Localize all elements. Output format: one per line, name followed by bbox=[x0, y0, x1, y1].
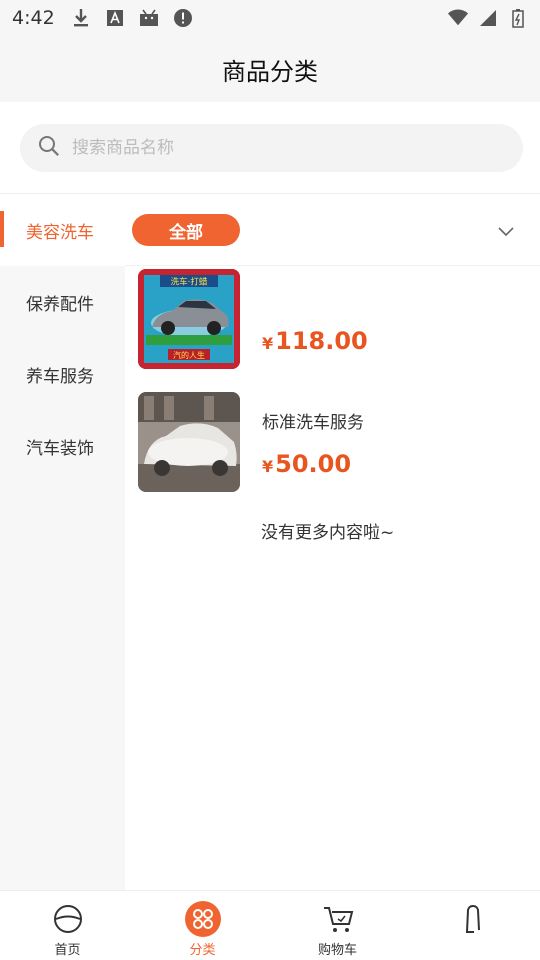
tab-category[interactable]: 分类 bbox=[135, 891, 270, 960]
price-symbol: ¥ bbox=[262, 334, 274, 353]
price-value: 50.00 bbox=[275, 450, 352, 478]
font-a-icon bbox=[105, 8, 125, 28]
product-name: 标准洗车服务 bbox=[262, 413, 364, 433]
tab-category-label: 分类 bbox=[189, 943, 216, 958]
sidebar-item-maintenance-parts[interactable]: 保养配件 bbox=[0, 266, 125, 338]
tab-cart[interactable]: 购物车 bbox=[270, 891, 405, 960]
product-thumbnail bbox=[138, 392, 240, 492]
cart-icon bbox=[320, 901, 356, 937]
alert-icon bbox=[173, 8, 193, 28]
filter-chip-all[interactable]: 全部 bbox=[132, 214, 240, 246]
category-grid-icon bbox=[184, 901, 221, 937]
system-icons bbox=[448, 8, 528, 28]
wifi-icon bbox=[448, 8, 468, 28]
price-value: 118.00 bbox=[275, 327, 368, 355]
filter-row: 全部 bbox=[125, 194, 540, 266]
thumb-caption-bottom: 汽的人生 bbox=[173, 350, 205, 360]
tab-profile[interactable] bbox=[405, 891, 540, 960]
page-header: 商品分类 bbox=[0, 36, 540, 102]
list-end-text: 没有更多内容啦~ bbox=[261, 523, 395, 543]
steering-wheel-icon bbox=[50, 901, 86, 937]
sidebar-item-beauty-wash[interactable]: 美容洗车 bbox=[0, 194, 125, 266]
tab-home-label: 首页 bbox=[54, 943, 81, 958]
chevron-down-icon bbox=[498, 222, 514, 241]
android-icon bbox=[139, 8, 159, 28]
thumb-caption-top: 洗车·打蜡 bbox=[171, 277, 208, 288]
product-thumbnail: 洗车·打蜡 汽的人生 bbox=[138, 269, 240, 369]
sidebar-item-car-decoration[interactable]: 汽车装饰 bbox=[0, 410, 125, 482]
bottom-tab-bar: 首页 分类 购物车 bbox=[0, 890, 540, 960]
search-section bbox=[0, 102, 540, 194]
product-item[interactable]: 洗车·打蜡 汽的人生 ¥118.00 bbox=[138, 269, 528, 371]
price-symbol: ¥ bbox=[262, 457, 274, 476]
product-list-panel: 全部 洗车·打蜡 汽的人生 ¥118.00 标准洗车服务 ¥50.00 没有更多… bbox=[125, 194, 540, 890]
page-title: 商品分类 bbox=[222, 57, 318, 86]
user-icon bbox=[455, 901, 491, 937]
sidebar-item-car-service[interactable]: 养车服务 bbox=[0, 338, 125, 410]
signal-icon bbox=[478, 8, 498, 28]
product-price: ¥118.00 bbox=[262, 327, 368, 355]
notification-icons bbox=[71, 8, 193, 28]
search-input[interactable] bbox=[72, 138, 472, 158]
category-sidebar: 美容洗车 保养配件 养车服务 汽车装饰 bbox=[0, 194, 125, 890]
status-time: 4:42 bbox=[12, 7, 55, 29]
battery-icon bbox=[508, 8, 528, 28]
product-item[interactable]: 标准洗车服务 ¥50.00 bbox=[138, 392, 528, 494]
expand-filter-button[interactable] bbox=[493, 218, 519, 244]
status-bar: 4:42 bbox=[0, 0, 540, 36]
search-icon bbox=[38, 135, 60, 161]
download-icon bbox=[71, 8, 91, 28]
tab-cart-label: 购物车 bbox=[317, 943, 357, 958]
search-bar[interactable] bbox=[20, 124, 523, 172]
tab-home[interactable]: 首页 bbox=[0, 891, 135, 960]
product-price: ¥50.00 bbox=[262, 450, 351, 478]
